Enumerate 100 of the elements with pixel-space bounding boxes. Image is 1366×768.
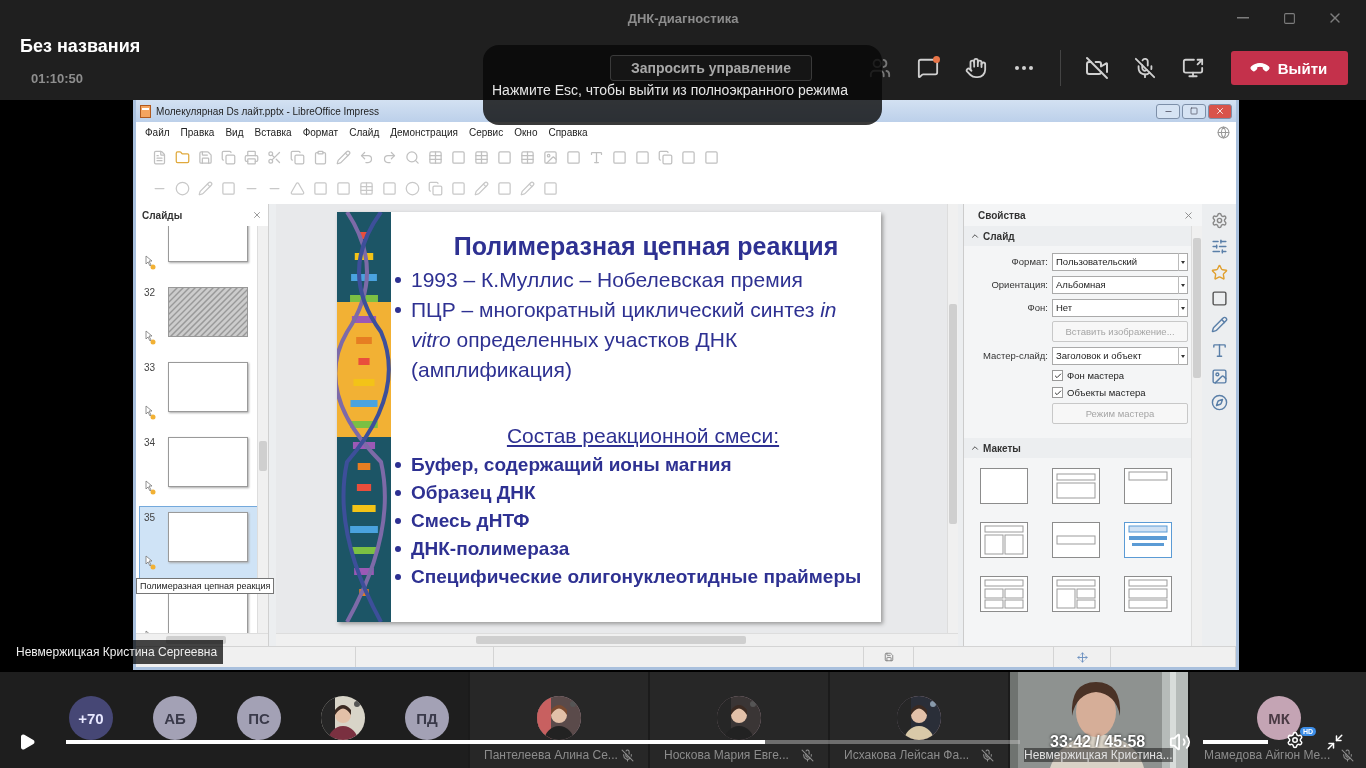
copy-icon[interactable] <box>221 150 236 165</box>
printer-icon[interactable] <box>244 150 259 165</box>
triangle-icon[interactable] <box>290 181 305 196</box>
collapse-icon[interactable] <box>970 231 980 241</box>
settings-icon[interactable] <box>1210 212 1228 229</box>
copy-icon[interactable] <box>290 150 305 165</box>
square-icon[interactable] <box>451 181 466 196</box>
avatar[interactable]: ПД <box>405 696 449 740</box>
square-icon[interactable] <box>704 150 719 165</box>
menu-item[interactable]: Файл <box>145 126 170 138</box>
dropdown-field[interactable]: Пользовательский <box>1052 252 1188 271</box>
document-icon[interactable] <box>152 150 167 165</box>
clipboard-icon[interactable] <box>313 150 328 165</box>
square-icon[interactable] <box>497 181 512 196</box>
minimize-button[interactable] <box>1156 103 1180 119</box>
table-icon[interactable] <box>428 150 443 165</box>
slide-thumbnail[interactable] <box>168 287 248 337</box>
slide-thumbnail[interactable] <box>168 226 248 262</box>
circle-icon[interactable] <box>405 181 420 196</box>
save-icon[interactable] <box>198 150 213 165</box>
square-icon[interactable] <box>497 150 512 165</box>
text-icon[interactable] <box>1210 342 1228 359</box>
circle-icon[interactable] <box>175 181 190 196</box>
layout-thumbnail[interactable] <box>1052 468 1100 504</box>
maximize-button[interactable] <box>1182 103 1206 119</box>
square-icon[interactable] <box>382 181 397 196</box>
sliders-icon[interactable] <box>1210 238 1228 255</box>
redo-icon[interactable] <box>382 150 397 165</box>
checkbox[interactable] <box>1052 387 1063 398</box>
panel-title: Слайды <box>142 209 183 221</box>
compass-icon[interactable] <box>1210 394 1228 411</box>
close-button[interactable] <box>1208 103 1232 119</box>
copy-icon[interactable] <box>428 181 443 196</box>
slide-thumbnail[interactable] <box>168 437 248 487</box>
table-icon[interactable] <box>520 150 535 165</box>
square-icon[interactable] <box>566 150 581 165</box>
table-icon[interactable] <box>359 181 374 196</box>
slide-number: 35 <box>144 512 157 523</box>
dropdown-field[interactable]: Нет <box>1052 298 1188 317</box>
checkbox-label: Объекты мастера <box>1067 387 1146 398</box>
exit-fullscreen-button[interactable] <box>1326 733 1345 751</box>
layout-thumbnail[interactable] <box>1052 522 1100 558</box>
square-icon[interactable] <box>221 181 236 196</box>
collapse-icon[interactable] <box>970 443 980 453</box>
image-icon[interactable] <box>1210 368 1228 385</box>
menu-item[interactable]: Вид <box>225 126 244 138</box>
layout-thumbnail[interactable] <box>980 468 1028 504</box>
scissors-icon[interactable] <box>267 150 282 165</box>
pencil-icon[interactable] <box>336 150 351 165</box>
slide-thumbnail[interactable] <box>168 512 248 562</box>
folder-icon[interactable] <box>175 150 190 165</box>
layout-thumbnail[interactable] <box>980 576 1028 612</box>
square-icon[interactable] <box>543 181 558 196</box>
menu-item[interactable]: Вставка <box>254 126 292 138</box>
close-icon[interactable] <box>1183 209 1194 221</box>
pencil-icon[interactable] <box>198 181 213 196</box>
layout-thumbnail[interactable] <box>1124 576 1172 612</box>
layout-thumbnail[interactable] <box>1052 576 1100 612</box>
globe-icon[interactable] <box>1217 125 1230 139</box>
slide-thumbnail[interactable] <box>168 362 248 412</box>
layout-thumbnail[interactable] <box>1124 468 1172 504</box>
undo-icon[interactable] <box>359 150 374 165</box>
scrollbar[interactable] <box>1191 226 1202 646</box>
copy-icon[interactable] <box>658 150 673 165</box>
layout-thumbnail[interactable] <box>980 522 1028 558</box>
pencil-icon[interactable] <box>1210 316 1228 333</box>
scrollbar[interactable] <box>276 633 958 646</box>
star-icon[interactable] <box>1210 264 1228 281</box>
search-icon[interactable] <box>405 150 420 165</box>
checkbox[interactable] <box>1052 370 1063 381</box>
dropdown-field[interactable]: Заголовок и объект <box>1052 346 1188 365</box>
square-icon[interactable] <box>336 181 351 196</box>
progress-bar[interactable] <box>66 740 1020 744</box>
square-icon[interactable] <box>635 150 650 165</box>
text-icon[interactable] <box>589 150 604 165</box>
menu-item[interactable]: Демонстрация <box>390 126 458 138</box>
frame-icon[interactable] <box>1210 290 1228 307</box>
square-icon[interactable] <box>451 150 466 165</box>
square-icon[interactable] <box>681 150 696 165</box>
leave-button[interactable]: Выйти <box>1231 51 1348 85</box>
scrollbar[interactable] <box>947 204 958 633</box>
more-participants-badge[interactable]: +70 <box>69 696 113 740</box>
menu-item[interactable]: Правка <box>180 126 215 138</box>
square-icon[interactable] <box>313 181 328 196</box>
layout-thumbnail[interactable] <box>1124 522 1172 558</box>
table-icon[interactable] <box>474 150 489 165</box>
close-icon[interactable] <box>252 210 262 220</box>
image-icon[interactable] <box>543 150 558 165</box>
menu-item[interactable]: Формат <box>302 126 339 138</box>
dropdown-field[interactable]: Альбомная <box>1052 275 1188 294</box>
avatar[interactable]: АБ <box>153 696 197 740</box>
menu-item[interactable]: Справка <box>548 126 588 138</box>
pencil-icon[interactable] <box>520 181 535 196</box>
avatar[interactable]: ПС <box>237 696 281 740</box>
menu-item[interactable]: Окно <box>514 126 538 138</box>
square-icon[interactable] <box>612 150 627 165</box>
menu-item[interactable]: Сервис <box>468 126 504 138</box>
pencil-icon[interactable] <box>474 181 489 196</box>
menu-item[interactable]: Слайд <box>349 126 380 138</box>
field-label: Фон: <box>1026 302 1048 313</box>
